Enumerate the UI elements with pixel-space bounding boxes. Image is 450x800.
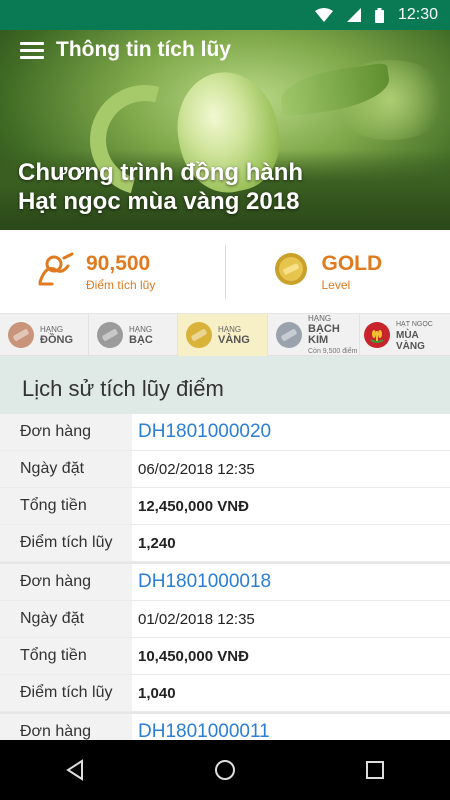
hamburger-menu-icon[interactable]: [20, 42, 44, 60]
points-hand-icon: [38, 252, 76, 291]
table-row: Ngày đặt 01/02/2018 12:35: [0, 601, 450, 638]
table-row: Tổng tiền 12,450,000 VNĐ: [0, 488, 450, 525]
tier-label: HẠT NGỌC MÙA VÀNG: [396, 319, 450, 352]
home-icon[interactable]: [205, 750, 245, 790]
table-row: Ngày đặt 06/02/2018 12:35: [0, 451, 450, 488]
level-label: Level: [321, 277, 351, 292]
tier-name: BẠCH KIM: [308, 323, 340, 346]
date-label: Ngày đặt: [0, 601, 132, 637]
hero-banner: Thông tin tích lũy Chương trình đồng hàn…: [0, 30, 450, 230]
tier-name: MÙA VÀNG: [396, 329, 425, 352]
status-time: 12:30: [397, 6, 438, 23]
tier-label: HẠNG ĐỒNG: [40, 324, 73, 346]
total-label: Tổng tiền: [0, 488, 132, 524]
signal-icon: [346, 8, 361, 22]
table-row[interactable]: Đơn hàng DH1801000020: [0, 414, 450, 451]
tier-strip: HẠNG ĐỒNG HẠNG BẠC HẠNG VÀNG HẠNG BẠCH K…: [0, 314, 450, 356]
tier-label: HẠNG BẠCH KIM Còn 9,500 điểm: [308, 313, 359, 357]
tier-label: HẠNG VÀNG: [218, 324, 250, 346]
points-text: 90,500 Điểm tích lũy: [86, 252, 155, 292]
bronze-coin-icon: [8, 322, 34, 348]
wifi-icon: [314, 8, 333, 22]
table-row: Điểm tích lũy 1,040: [0, 675, 450, 712]
total-value: 12,450,000 VNĐ: [132, 488, 450, 524]
campaign-line-2: Hạt ngọc mùa vàng 2018: [18, 188, 300, 215]
platinum-coin-icon: [276, 322, 302, 348]
tier-name: BẠC: [129, 334, 153, 346]
level-value: GOLD: [321, 251, 383, 275]
tier-name: ĐỒNG: [40, 334, 73, 346]
order-label: Đơn hàng: [0, 564, 132, 600]
tier-vang[interactable]: HẠNG VÀNG: [178, 314, 268, 356]
level-text: GOLD Level: [322, 252, 383, 292]
level-block: GOLD Level: [226, 230, 450, 314]
total-value: 10,450,000 VNĐ: [132, 638, 450, 674]
date-value: 01/02/2018 12:35: [132, 601, 450, 637]
page-title: Thông tin tích lũy: [56, 38, 231, 61]
tier-hat-ngoc[interactable]: HẠT NGỌC MÙA VÀNG: [360, 314, 450, 356]
order-id-link[interactable]: DH1801000018: [132, 564, 450, 600]
history-list: Đơn hàng DH1801000020 Ngày đặt 06/02/201…: [0, 414, 450, 751]
points-label-row: Điểm tích lũy: [0, 525, 132, 561]
campaign-line-1: Chương trình đồng hành: [18, 159, 304, 186]
campaign-title: Chương trình đồng hành Hạt ngọc mùa vàng…: [18, 158, 303, 216]
back-icon[interactable]: [55, 750, 95, 790]
gold-coin-small-icon: [186, 322, 212, 348]
order-label: Đơn hàng: [0, 414, 132, 450]
tier-bac[interactable]: HẠNG BẠC: [89, 314, 178, 356]
tier-label: HẠNG BẠC: [129, 324, 153, 346]
rice-emblem-icon: [364, 322, 390, 348]
gold-coin-icon: [274, 252, 308, 291]
total-label: Tổng tiền: [0, 638, 132, 674]
status-bar: 12:30: [0, 0, 450, 30]
tier-prefix: HẠT NGỌC: [396, 320, 433, 328]
points-value: 90,500: [86, 251, 151, 275]
date-value: 06/02/2018 12:35: [132, 451, 450, 487]
points-summary: 90,500 Điểm tích lũy GOLD Level: [0, 230, 450, 314]
table-row: Điểm tích lũy 1,240: [0, 525, 450, 562]
history-title: Lịch sử tích lũy điểm: [22, 376, 224, 401]
tier-name: VÀNG: [218, 334, 250, 346]
points-value-row: 1,040: [132, 675, 450, 711]
date-label: Ngày đặt: [0, 451, 132, 487]
points-label-row: Điểm tích lũy: [0, 675, 132, 711]
points-value-row: 1,240: [132, 525, 450, 561]
table-row: Tổng tiền 10,450,000 VNĐ: [0, 638, 450, 675]
history-header: Lịch sử tích lũy điểm: [0, 356, 450, 414]
points-block: 90,500 Điểm tích lũy: [0, 230, 225, 314]
points-label: Điểm tích lũy: [86, 277, 156, 292]
tier-dong[interactable]: HẠNG ĐỒNG: [0, 314, 89, 356]
recents-icon[interactable]: [355, 750, 395, 790]
table-row[interactable]: Đơn hàng DH1801000018: [0, 564, 450, 601]
tier-bach-kim[interactable]: HẠNG BẠCH KIM Còn 9,500 điểm: [268, 314, 360, 356]
silver-coin-icon: [97, 322, 123, 348]
order-id-link[interactable]: DH1801000020: [132, 414, 450, 450]
system-nav-bar: [0, 740, 450, 800]
battery-icon: [374, 7, 384, 23]
